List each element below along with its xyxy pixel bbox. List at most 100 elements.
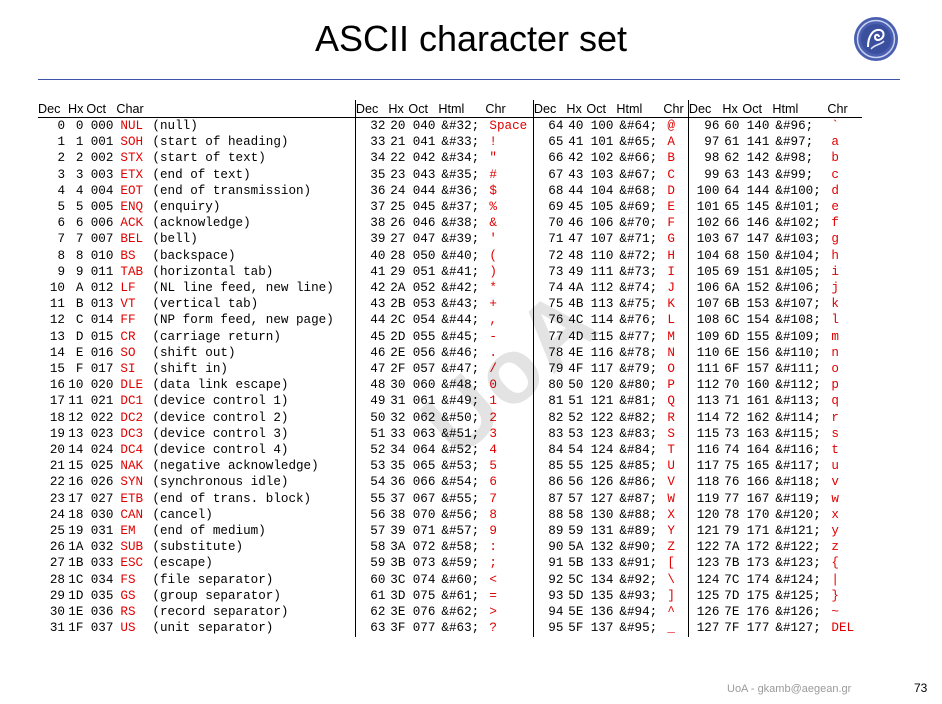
cell-html-entity: &#108;	[775, 313, 821, 328]
cell-dec: 80	[548, 378, 564, 393]
cell-dec: 121	[696, 524, 720, 539]
cell-hex: 34	[390, 443, 406, 458]
cell-oct: 123	[590, 426, 614, 441]
cell-dec: 67	[548, 167, 564, 182]
cell-oct: 057	[412, 362, 436, 377]
cell-oct: 011	[90, 264, 114, 279]
cell-hex: 40	[568, 119, 584, 133]
cell-char: O	[663, 361, 689, 378]
cell-description: (shift out)	[150, 344, 356, 362]
table-row: 24 18 030 CAN (cancel) 56 38 070 &#56; 8 88 58 130 &#…	[38, 506, 862, 524]
cell-char-code: EM	[120, 524, 136, 539]
cell-html-entity: &#39;	[441, 232, 480, 247]
cell-oct: 016	[90, 345, 114, 360]
cell-hex: 12	[68, 410, 84, 425]
cell-html-entity: &#81;	[619, 394, 658, 409]
cell-char: t	[831, 443, 839, 458]
cell-dec: 12	[49, 313, 65, 328]
cell-char: }	[831, 588, 839, 603]
cell-oct: 074	[412, 572, 436, 587]
cell-oct: 032	[90, 540, 114, 555]
cell-oct: 036	[90, 605, 114, 620]
cell-html-entity: &#106;	[775, 281, 821, 296]
cell-dec: 20	[49, 443, 65, 458]
cell-char: 9	[485, 523, 534, 540]
cell-html-entity: &#113;	[775, 394, 821, 409]
cell-hex: 2A	[390, 281, 406, 296]
cell-hex: 10	[68, 378, 84, 393]
column-header-g4-0: Dec	[688, 100, 723, 118]
cell-dec: 48	[370, 378, 386, 393]
column-header-g4-2: Oct	[742, 100, 773, 118]
cell-char-code: BS	[120, 248, 136, 263]
cell-dec: 6	[57, 216, 65, 231]
cell-char: &	[485, 215, 534, 232]
cell-dec: 47	[370, 362, 386, 377]
cell-dec: 64	[548, 119, 564, 133]
cell-oct: 056	[412, 345, 436, 360]
cell-oct: 035	[90, 588, 114, 603]
cell-char-code: VT	[120, 297, 136, 312]
university-seal-icon	[854, 17, 898, 61]
table-row: 7 7 007 BEL (bell) 39 27 047 &#39; ' 71 47 107 &#71; G…	[38, 231, 862, 248]
cell-oct: 050	[412, 248, 436, 263]
cell-char-code: STX	[120, 151, 144, 166]
cell-hex: 22	[390, 151, 406, 166]
cell-oct: 101	[590, 135, 614, 150]
cell-html-entity: &#76;	[619, 313, 658, 328]
cell-oct: 065	[412, 459, 436, 474]
cell-dec: 40	[370, 248, 386, 263]
cell-html-entity: &#72;	[619, 248, 658, 263]
cell-dec: 84	[548, 443, 564, 458]
table-row: 8 8 010 BS (backspace) 40 28 050 &#40; (72 48 110 &#…	[38, 247, 862, 264]
cell-oct: 042	[412, 151, 436, 166]
cell-char: D	[663, 182, 689, 200]
cell-char: ,	[485, 312, 534, 329]
cell-dec: 73	[548, 264, 564, 279]
cell-oct: 066	[412, 475, 436, 490]
cell-hex: 7C	[724, 572, 740, 587]
cell-description: (horizontal tab)	[150, 263, 356, 281]
cell-char: \	[663, 571, 689, 588]
cell-html-entity: &#77;	[619, 329, 658, 344]
cell-oct: 117	[590, 362, 614, 377]
cell-html-entity: &#85;	[619, 459, 658, 474]
cell-hex: 58	[568, 507, 584, 522]
table-row: 3 3 003 ETX (end of text) 35 23 043 &#35; #67 43 10…	[38, 166, 862, 183]
cell-char: {	[831, 556, 839, 571]
cell-dec: 1	[57, 135, 65, 150]
cell-dec: 77	[548, 329, 564, 344]
cell-dec: 94	[548, 605, 564, 620]
cell-hex: 56	[568, 475, 584, 490]
cell-dec: 32	[370, 119, 386, 133]
cell-char: k	[831, 297, 839, 312]
cell-oct: 110	[590, 248, 614, 263]
table-row: 18 12 022 DC2 (device control 2) 50 32 062 &#50;…	[38, 409, 862, 426]
cell-hex: 26	[390, 216, 406, 231]
cell-dec: 11	[49, 297, 65, 312]
cell-hex: 65	[724, 200, 740, 215]
cell-hex: 21	[390, 135, 406, 150]
cell-char: h	[831, 248, 839, 263]
cell-html-entity: &#117;	[775, 459, 821, 474]
cell-hex: 78	[724, 507, 740, 522]
cell-oct: 141	[746, 135, 770, 150]
cell-char: ?	[485, 620, 534, 637]
cell-description: (NL line feed, new line)	[150, 280, 356, 297]
cell-hex: C	[75, 313, 84, 328]
cell-html-entity: &#100;	[775, 183, 821, 198]
cell-html-entity: &#126;	[775, 605, 821, 620]
cell-hex: 48	[568, 248, 584, 263]
table-row: 27 1B 033 ESC (escape) 59 3B 073 &#59;; 91 5B 133 &#…	[38, 555, 862, 572]
cell-description: (null)	[150, 117, 356, 135]
cell-hex: 1A	[68, 540, 84, 555]
table-row: 16 10 020 DLE (data link escape) 48 30 060 &#48;…	[38, 377, 862, 394]
cell-hex: 2E	[390, 345, 406, 360]
cell-oct: 030	[90, 507, 114, 522]
cell-dec: 83	[548, 426, 564, 441]
cell-hex: 41	[568, 135, 584, 150]
cell-hex: 70	[724, 378, 740, 393]
cell-hex: 1C	[68, 572, 84, 587]
cell-oct: 122	[590, 410, 614, 425]
cell-char: 4	[485, 442, 534, 459]
